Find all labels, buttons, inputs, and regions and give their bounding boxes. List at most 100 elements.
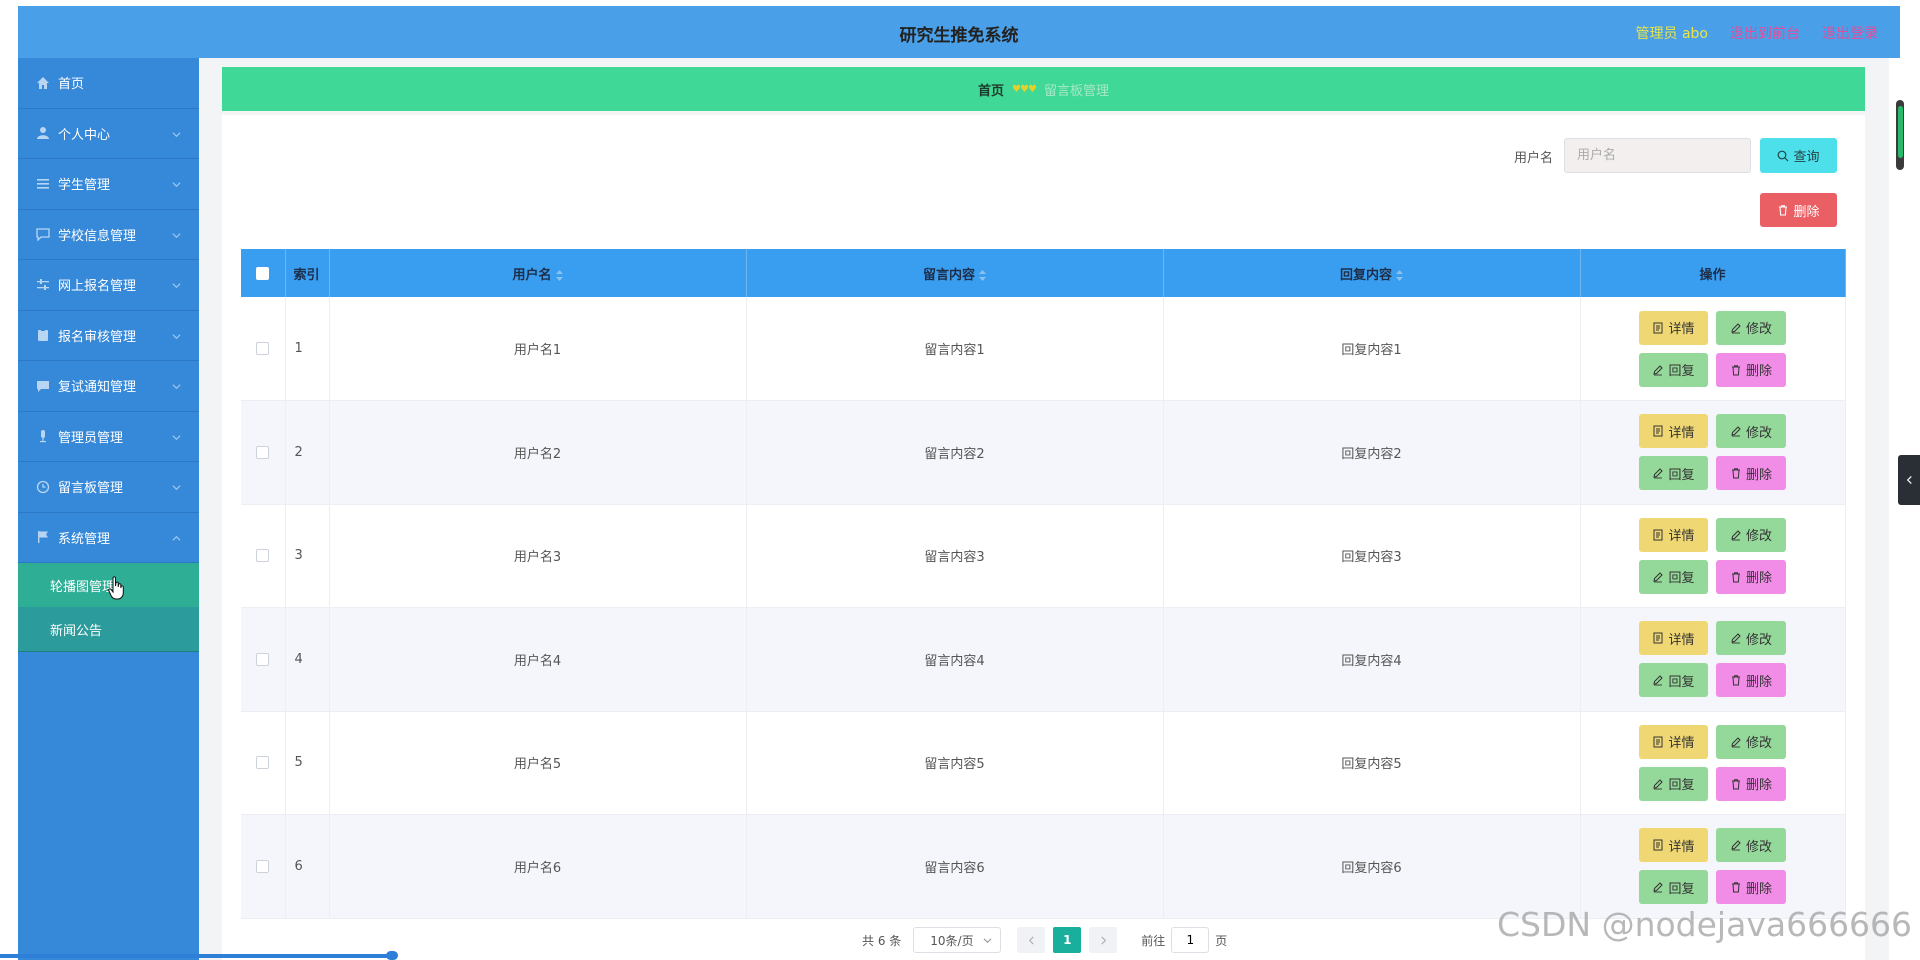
column-header-username[interactable]: 用户名 (329, 249, 747, 297)
sidebar-item-registration-review[interactable]: 报名审核管理 (18, 311, 199, 361)
collapse-panel-button[interactable] (1898, 455, 1920, 505)
row-checkbox[interactable] (256, 549, 270, 563)
reply-button[interactable]: 回复 (1639, 352, 1708, 387)
reply-button[interactable]: 回复 (1639, 870, 1708, 905)
cell-reply: 回复内容3 (1163, 504, 1581, 608)
cell-username: 用户名5 (329, 711, 747, 815)
cell-username: 用户名1 (329, 297, 747, 401)
document-icon (1653, 425, 1663, 437)
edit-label: 修改 (1745, 322, 1772, 337)
logout-link[interactable]: 退出登录 (1822, 23, 1878, 43)
reply-button[interactable]: 回复 (1639, 456, 1708, 491)
detail-label: 详情 (1668, 839, 1695, 855)
edit-button[interactable]: 修改 (1716, 828, 1786, 863)
select-all-checkbox[interactable] (256, 266, 270, 280)
reply-edit-icon (1653, 572, 1664, 583)
edit-button[interactable]: 修改 (1716, 310, 1786, 345)
chevron-down-icon (172, 485, 181, 491)
detail-button[interactable]: 详情 (1639, 724, 1708, 759)
sidebar-item-personal-center[interactable]: 个人中心 (18, 109, 199, 159)
clipboard-icon (38, 329, 48, 342)
goto-front-link[interactable]: 退出到前台 (1730, 23, 1800, 43)
sidebar-item-students[interactable]: 学生管理 (18, 159, 199, 210)
row-checkbox[interactable] (256, 859, 270, 873)
trash-icon (1731, 572, 1740, 583)
reply-edit-icon (1653, 364, 1664, 375)
delete-button[interactable]: 删除 (1716, 870, 1786, 905)
detail-button[interactable]: 详情 (1639, 310, 1708, 345)
page-size-select[interactable]: 10条/页 (913, 927, 1002, 953)
breadcrumb-home[interactable]: 首页 (978, 80, 1004, 99)
scrollbar-thumb[interactable] (1898, 106, 1903, 158)
cell-username: 用户名2 (329, 400, 747, 505)
query-button-label: 查询 (1793, 150, 1820, 165)
reply-label: 回复 (1668, 674, 1695, 690)
cell-username: 用户名4 (329, 607, 747, 712)
sidebar-item-label: 复试通知管理 (58, 380, 137, 396)
sidebar-item-online-registration[interactable]: 网上报名管理 (18, 260, 199, 311)
reply-edit-icon (1653, 675, 1664, 686)
prev-page-button[interactable] (1017, 927, 1046, 953)
heart-separator-icon: ♥♥♥ (1012, 83, 1037, 95)
cell-reply: 回复内容4 (1163, 607, 1581, 712)
trash-icon (1731, 468, 1740, 479)
edit-button[interactable]: 修改 (1716, 414, 1786, 449)
table-row: 5 用户名5 留言内容5 回复内容5 详情 修改 回复 删除 (241, 711, 1846, 815)
column-header-message[interactable]: 留言内容 (746, 249, 1164, 297)
sidebar-item-message-board[interactable]: 留言板管理 (18, 462, 199, 513)
sidebar-item-admins[interactable]: 管理员管理 (18, 412, 199, 462)
top-header: 研究生推免系统 管理员 abo 退出到前台 退出登录 (18, 6, 1900, 58)
chevron-left-icon (1906, 475, 1912, 485)
detail-button[interactable]: 详情 (1639, 828, 1708, 863)
message-table: 索引 用户名 留言内容 回复内容 操作 1 用户名1 留言内容1 回复内容1 详情 修改回… (241, 249, 1846, 919)
detail-button[interactable]: 详情 (1639, 517, 1708, 552)
sidebar-item-retest-notice[interactable]: 复试通知管理 (18, 361, 199, 412)
table-row: 2 用户名2 留言内容2 回复内容2 详情 修改 回复 删除 (241, 400, 1846, 505)
edit-button[interactable]: 修改 (1716, 724, 1786, 759)
edit-button[interactable]: 修改 (1716, 517, 1786, 552)
username-search-input[interactable] (1564, 138, 1751, 173)
chevron-right-icon (1101, 936, 1106, 944)
edit-button[interactable]: 修改 (1716, 621, 1786, 656)
delete-button[interactable]: 删除 (1716, 663, 1786, 698)
delete-button[interactable]: 删除 (1716, 559, 1786, 594)
reply-label: 回复 (1668, 467, 1695, 483)
edit-icon (1731, 426, 1741, 437)
query-button[interactable]: 查询 (1760, 138, 1837, 173)
chevron-down-icon (172, 333, 181, 339)
detail-button[interactable]: 详情 (1639, 414, 1708, 449)
row-select-cell (241, 400, 286, 505)
sidebar-item-school-info[interactable]: 学校信息管理 (18, 210, 199, 260)
document-icon (1653, 529, 1663, 541)
sidebar-item-home[interactable]: 首页 (18, 58, 199, 109)
pagination: 共 6 条 10条/页 1 前往 页 (862, 927, 1227, 953)
cell-actions: 详情 修改 回复 删除 (1580, 814, 1846, 919)
row-checkbox[interactable] (256, 445, 270, 459)
cell-actions: 详情 修改回复 删除 (1580, 607, 1846, 712)
row-checkbox[interactable] (256, 342, 270, 355)
delete-button[interactable]: 删除 (1716, 352, 1786, 387)
goto-page-input[interactable] (1171, 927, 1210, 953)
column-header-reply[interactable]: 回复内容 (1163, 249, 1581, 297)
sidebar-item-label: 学校信息管理 (58, 228, 137, 244)
delete-button[interactable]: 删除 (1716, 766, 1786, 801)
reply-button[interactable]: 回复 (1639, 559, 1708, 594)
reply-button[interactable]: 回复 (1639, 663, 1708, 698)
delete-button[interactable]: 删除 (1716, 456, 1786, 491)
sidebar-item-label: 网上报名管理 (58, 279, 137, 295)
detail-button[interactable]: 详情 (1639, 621, 1708, 656)
pagination-total: 共 6 条 (862, 933, 902, 948)
column-label: 回复内容 (1339, 267, 1392, 283)
delete-label: 删除 (1745, 778, 1772, 794)
row-checkbox[interactable] (256, 652, 270, 666)
trash-icon (1731, 779, 1740, 790)
next-page-button[interactable] (1089, 927, 1118, 953)
sidebar-subitem-news[interactable]: 新闻公告 (18, 607, 199, 651)
page-number-current[interactable]: 1 (1053, 927, 1082, 953)
page-size-value: 10条/页 (930, 933, 974, 948)
bulk-delete-button[interactable]: 删除 (1760, 193, 1837, 227)
row-checkbox[interactable] (256, 756, 270, 770)
video-progress-handle[interactable] (386, 951, 398, 960)
sidebar-item-system[interactable]: 系统管理 (18, 513, 199, 563)
reply-button[interactable]: 回复 (1639, 766, 1708, 801)
